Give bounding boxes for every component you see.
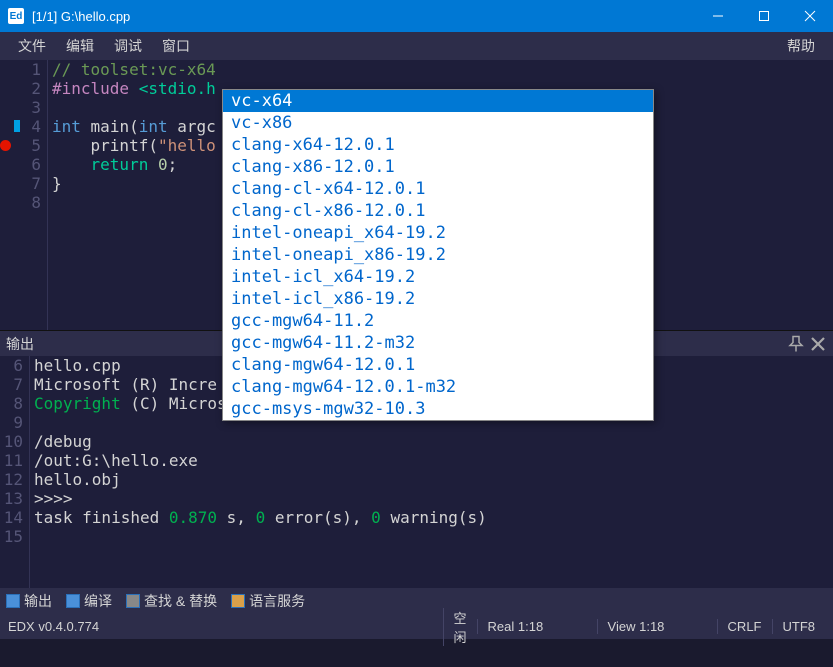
doc-icon	[6, 594, 20, 608]
tab-compile-label: 编译	[84, 591, 112, 611]
status-enc: UTF8	[772, 619, 826, 634]
dropdown-item[interactable]: intel-oneapi_x64-19.2	[223, 222, 653, 244]
close-panel-icon[interactable]	[809, 335, 827, 353]
dropdown-item[interactable]: clang-cl-x86-12.0.1	[223, 200, 653, 222]
menu-file[interactable]: 文件	[8, 34, 56, 58]
dropdown-item[interactable]: gcc-mgw64-11.2-m32	[223, 332, 653, 354]
menu-window[interactable]: 窗口	[152, 34, 200, 58]
toolset-dropdown[interactable]: vc-x64vc-x86clang-x64-12.0.1clang-x86-12…	[222, 89, 654, 421]
maximize-button[interactable]	[741, 0, 787, 32]
tab-lang-label: 语言服务	[249, 591, 305, 611]
bookmark-icon[interactable]	[14, 120, 20, 132]
dropdown-item[interactable]: clang-x86-12.0.1	[223, 156, 653, 178]
dropdown-item[interactable]: vc-x64	[223, 90, 653, 112]
output-line: hello.obj	[34, 470, 833, 489]
titlebar: Ed [1/1] G:\hello.cpp	[0, 0, 833, 32]
pin-icon[interactable]	[787, 335, 805, 353]
tab-compile[interactable]: 编译	[66, 591, 112, 611]
lang-icon	[231, 594, 245, 608]
code-line[interactable]: // toolset:vc-x64	[52, 60, 833, 79]
status-real: Real 1:18	[477, 619, 597, 634]
find-icon	[126, 594, 140, 608]
statusbar: EDX v0.4.0.774 空闲 Real 1:18 View 1:18 CR…	[0, 614, 833, 639]
dropdown-item[interactable]: intel-oneapi_x86-19.2	[223, 244, 653, 266]
output-line: task finished 0.870 s, 0 error(s), 0 war…	[34, 508, 833, 527]
editor-gutter: 12345678	[18, 60, 48, 330]
tab-output-label: 输出	[24, 591, 52, 611]
output-line: /debug	[34, 432, 833, 451]
output-line	[34, 527, 833, 546]
dropdown-item[interactable]: clang-mgw64-12.0.1	[223, 354, 653, 376]
dropdown-item[interactable]: clang-x64-12.0.1	[223, 134, 653, 156]
menubar: 文件 编辑 调试 窗口 帮助	[0, 32, 833, 60]
dropdown-item[interactable]: gcc-msys-mgw32-10.3	[223, 398, 653, 420]
window-title: [1/1] G:\hello.cpp	[32, 9, 695, 24]
dropdown-item[interactable]: vc-x86	[223, 112, 653, 134]
output-line: /out:G:\hello.exe	[34, 451, 833, 470]
close-button[interactable]	[787, 0, 833, 32]
minimize-button[interactable]	[695, 0, 741, 32]
menu-help[interactable]: 帮助	[777, 34, 825, 58]
menu-edit[interactable]: 编辑	[56, 34, 104, 58]
app-icon: Ed	[8, 8, 24, 24]
status-crlf: CRLF	[717, 619, 772, 634]
window-controls	[695, 0, 833, 32]
dropdown-item[interactable]: intel-icl_x86-19.2	[223, 288, 653, 310]
breakpoint-icon[interactable]	[0, 140, 11, 151]
dropdown-item[interactable]: intel-icl_x64-19.2	[223, 266, 653, 288]
bottom-tabs: 输出 编译 查找 & 替换 语言服务	[0, 588, 833, 614]
status-idle: 空闲	[443, 608, 477, 646]
dropdown-item[interactable]: clang-cl-x64-12.0.1	[223, 178, 653, 200]
output-gutter: 6789101112131415	[0, 356, 30, 588]
dropdown-item[interactable]: clang-mgw64-12.0.1-m32	[223, 376, 653, 398]
tab-lang[interactable]: 语言服务	[231, 591, 305, 611]
doc-icon	[66, 594, 80, 608]
output-line: >>>>	[34, 489, 833, 508]
status-view: View 1:18	[597, 619, 717, 634]
status-version: EDX v0.4.0.774	[8, 619, 443, 634]
menu-debug[interactable]: 调试	[104, 34, 152, 58]
dropdown-item[interactable]: gcc-mgw64-11.2	[223, 310, 653, 332]
tab-output[interactable]: 输出	[6, 591, 52, 611]
tab-find-label: 查找 & 替换	[144, 591, 217, 611]
tab-find[interactable]: 查找 & 替换	[126, 591, 217, 611]
